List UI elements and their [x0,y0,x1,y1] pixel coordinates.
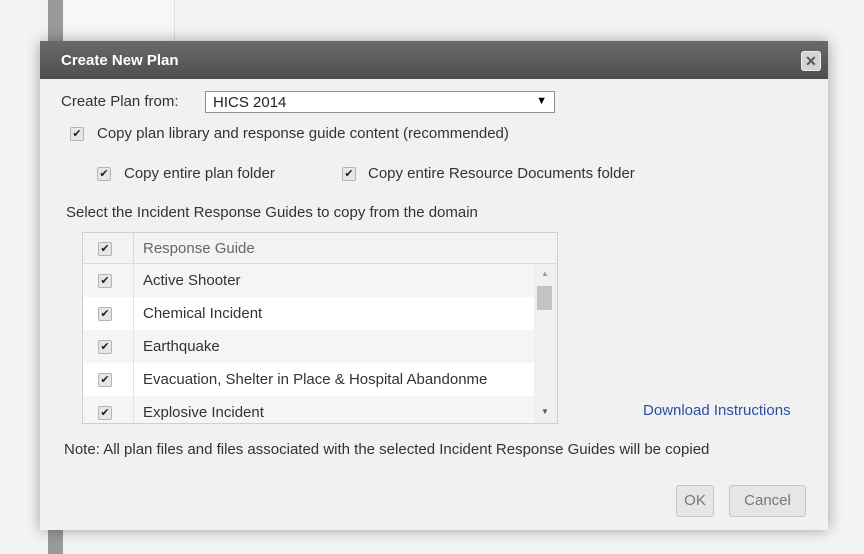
close-icon[interactable]: ✕ [801,51,821,71]
create-plan-dialog: Create New Plan ✕ Create Plan from: HICS… [40,41,828,530]
response-guide-grid: ✔ Response Guide ✔ Active Shooter ✔ Chem… [82,232,558,424]
create-from-label: Create Plan from: [61,93,179,110]
cancel-button[interactable]: Cancel [729,485,806,517]
dialog-titlebar: Create New Plan ✕ [40,41,828,79]
copy-library-label: Copy plan library and response guide con… [97,125,509,142]
row-checkbox[interactable]: ✔ [98,307,112,321]
note-text: Note: All plan files and files associate… [64,441,710,458]
download-instructions-link[interactable]: Download Instructions [643,402,791,419]
dialog-title: Create New Plan [61,52,179,69]
table-row[interactable]: ✔ Explosive Incident [83,396,534,423]
table-row[interactable]: ✔ Chemical Incident [83,297,534,330]
row-checkbox[interactable]: ✔ [98,274,112,288]
copy-plan-folder-checkbox[interactable]: ✔ [97,167,111,181]
table-row[interactable]: ✔ Active Shooter [83,264,534,297]
copy-resource-docs-checkbox[interactable]: ✔ [342,167,356,181]
create-from-select[interactable]: HICS 2014 ▼ [205,91,555,113]
copy-resource-docs-label: Copy entire Resource Documents folder [368,165,635,182]
select-all-checkbox[interactable]: ✔ [98,242,112,256]
table-row[interactable]: ✔ Evacuation, Shelter in Place & Hospita… [83,363,534,396]
scrollbar-thumb[interactable] [537,286,552,310]
grid-scrollbar[interactable]: ▲ ▼ [534,264,557,423]
row-checkbox[interactable]: ✔ [98,406,112,420]
row-checkbox[interactable]: ✔ [98,373,112,387]
copy-plan-folder-label: Copy entire plan folder [124,165,275,182]
ok-button[interactable]: OK [676,485,714,517]
row-label: Explosive Incident [143,404,264,421]
row-label: Evacuation, Shelter in Place & Hospital … [143,371,488,388]
chevron-down-icon: ▼ [536,95,547,107]
copy-library-checkbox[interactable]: ✔ [70,127,84,141]
create-from-value: HICS 2014 [213,94,287,111]
column-header-response-guide[interactable]: Response Guide [143,240,255,257]
row-checkbox[interactable]: ✔ [98,340,112,354]
select-guides-label: Select the Incident Response Guides to c… [66,204,478,221]
row-label: Active Shooter [143,272,241,289]
scroll-up-icon[interactable]: ▲ [541,269,549,278]
grid-header: ✔ Response Guide [83,233,557,264]
row-label: Earthquake [143,338,220,355]
table-row[interactable]: ✔ Earthquake [83,330,534,363]
scroll-down-icon[interactable]: ▼ [541,407,549,416]
background-splitter-bar-bottom [48,530,63,554]
row-label: Chemical Incident [143,305,263,322]
